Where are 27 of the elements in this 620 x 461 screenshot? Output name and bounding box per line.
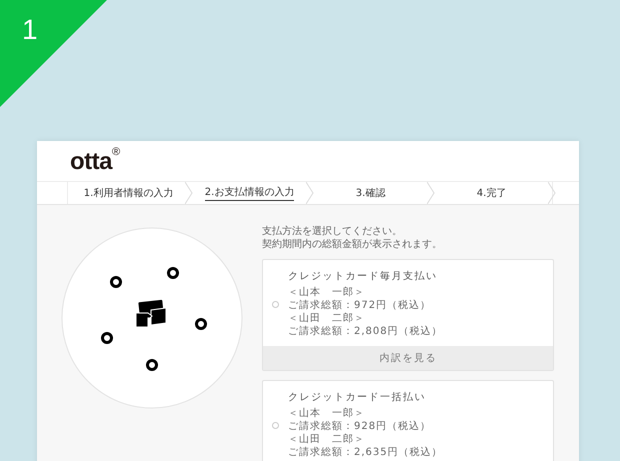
option-detail: ご請求総額：2,808円（税込）	[288, 325, 443, 338]
option-detail: ご請求総額：972円（税込）	[288, 299, 432, 312]
instruction-text: 契約期間内の総額金額が表示されます。	[262, 238, 443, 251]
option-detail: ご請求総額：2,635円（税込）	[288, 446, 443, 459]
radio-button[interactable]	[272, 300, 279, 308]
option-detail: ＜山本 一郎＞	[288, 407, 366, 420]
step-label: 3.確認	[356, 186, 386, 200]
option-detail: ＜山田 二郎＞	[288, 312, 366, 325]
step-number: 1	[22, 16, 38, 44]
payment-option-card[interactable]: クレジットカード毎月支払い ＜山本 一郎＞ ご請求総額：972円（税込） ＜山田 二郎＞ ご請求総額：2,808円（税込） 内訳を見る	[262, 259, 554, 371]
option-detail: ご請求総額：928円（税込）	[288, 420, 432, 433]
breakdown-button[interactable]: 内訳を見る	[263, 346, 553, 370]
option-detail: ＜山田 二郎＞	[288, 433, 366, 446]
chevron-divider-icon	[427, 182, 435, 204]
radio-button[interactable]	[272, 422, 279, 428]
step-label: 4.完了	[476, 186, 506, 200]
instruction-text: 支払方法を選択してください。	[262, 225, 403, 238]
payment-option-card[interactable]: クレジットカード一括払い ＜山本 一郎＞ ご請求総額：928円（税込） ＜山田 二郎＞ ご請求総額：2,635円（税込）	[262, 380, 554, 461]
step-label: 1.利用者情報の入力	[84, 186, 174, 200]
chevron-divider-icon	[548, 182, 556, 204]
option-title: クレジットカード一括払い	[288, 391, 427, 404]
chevron-divider-icon	[306, 182, 314, 204]
option-title: クレジットカード毎月支払い	[288, 270, 438, 283]
option-detail: ＜山本 一郎＞	[288, 286, 366, 299]
chevron-divider-icon	[185, 182, 193, 204]
logo: otta$^{®}$	[70, 145, 120, 177]
step-label: 2.お支払情報の入力	[204, 185, 294, 201]
